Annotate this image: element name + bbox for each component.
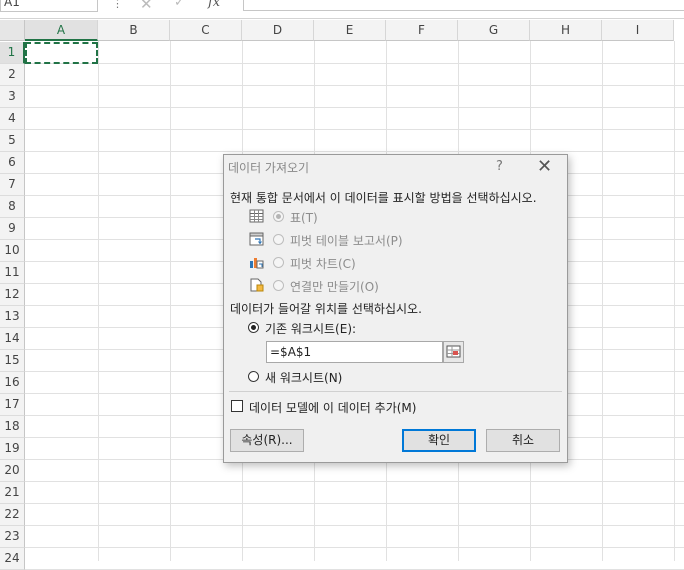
radio-table[interactable] [273,211,284,222]
gridline-vertical [602,41,603,561]
datamodel-checkbox[interactable] [231,400,243,412]
formula-bar-separator: ⋮ [112,0,123,10]
dialog-divider [229,391,562,392]
dialog-title: 데이터 가져오기 [228,161,310,175]
gridline-horizontal [25,129,684,130]
datamodel-label: 데이터 모델에 이 데이터 추가(M) [249,401,417,415]
row-header-19[interactable]: 19 [0,438,25,460]
ok-button[interactable]: 확인 [402,429,476,452]
row-header-16[interactable]: 16 [0,372,25,394]
row-header-22[interactable]: 22 [0,504,25,526]
row-header-5[interactable]: 5 [0,130,25,152]
insert-function-icon[interactable]: fx [208,0,220,10]
option-pivotchart-label: 피벗 차트(C) [290,257,356,271]
active-cell-a1[interactable] [25,42,98,64]
formula-input[interactable] [243,0,684,11]
pivottable-icon [249,232,264,246]
row-header-23[interactable]: 23 [0,526,25,548]
row-header-8[interactable]: 8 [0,196,25,218]
row-header-13[interactable]: 13 [0,306,25,328]
radio-connection-only[interactable] [273,280,284,291]
column-header-c[interactable]: C [170,20,242,41]
table-icon [249,209,264,223]
range-select-icon [446,345,461,358]
gridline-horizontal [25,63,684,64]
gridline-horizontal [25,503,684,504]
row-header-18[interactable]: 18 [0,416,25,438]
properties-button[interactable]: 속성(R)... [230,429,304,452]
radio-pivottable[interactable] [273,234,284,245]
row-header-20[interactable]: 20 [0,460,25,482]
select-all-corner[interactable] [0,20,25,41]
gridline-horizontal [25,85,684,86]
connection-icon [250,278,264,292]
row-header-3[interactable]: 3 [0,86,25,108]
column-header-g[interactable]: G [458,20,530,41]
row-header-1[interactable]: 1 [0,42,25,64]
help-button[interactable]: ? [496,159,503,174]
column-header-e[interactable]: E [314,20,386,41]
collapse-range-button[interactable] [443,341,464,363]
gridline-horizontal [25,151,684,152]
row-header-11[interactable]: 11 [0,262,25,284]
option-table-label: 표(T) [290,211,318,225]
gridline-vertical [674,41,675,561]
row-header-12[interactable]: 12 [0,284,25,306]
enter-entry-icon[interactable]: ✓ [174,0,185,10]
option-connection-label: 연결만 만들기(O) [290,280,379,294]
column-header-h[interactable]: H [530,20,602,41]
name-box[interactable]: A1 [0,0,98,12]
row-header-24[interactable]: 24 [0,548,25,570]
radio-pivotchart[interactable] [273,257,284,268]
existing-worksheet-label: 기존 워크시트(E): [265,322,357,336]
reference-input[interactable]: =$A$1 [266,341,443,363]
row-header-9[interactable]: 9 [0,218,25,240]
gridline-horizontal [25,547,684,548]
radio-existing-worksheet[interactable] [248,322,259,333]
row-header-17[interactable]: 17 [0,394,25,416]
column-header-b[interactable]: B [98,20,170,41]
row-header-15[interactable]: 15 [0,350,25,372]
column-header-f[interactable]: F [386,20,458,41]
gridline-horizontal [25,525,684,526]
row-header-6[interactable]: 6 [0,152,25,174]
gridline-vertical [98,41,99,561]
row-header-21[interactable]: 21 [0,482,25,504]
import-data-dialog: 데이터 가져오기 ? ✕ 현재 통합 문서에서 이 데이터를 표시할 방법을 선… [223,154,568,463]
row-header-14[interactable]: 14 [0,328,25,350]
gridline-horizontal [25,481,684,482]
column-header-i[interactable]: I [602,20,674,41]
view-prompt: 현재 통합 문서에서 이 데이터를 표시할 방법을 선택하십시오. [230,191,537,205]
row-header-4[interactable]: 4 [0,108,25,130]
close-button[interactable]: ✕ [537,156,552,177]
pivotchart-icon [250,258,264,269]
column-header-d[interactable]: D [242,20,314,41]
radio-new-worksheet[interactable] [248,371,259,382]
row-header-7[interactable]: 7 [0,174,25,196]
cancel-button[interactable]: 취소 [486,429,560,452]
column-header-a[interactable]: A [25,20,98,41]
location-prompt: 데이터가 들어갈 위치를 선택하십시오. [230,302,422,316]
gridline-horizontal [25,107,684,108]
new-worksheet-label: 새 워크시트(N) [265,371,343,385]
cancel-entry-icon[interactable]: ✕ [140,0,153,13]
formula-bar-area: A1 ⋮ ✕ ✓ fx [0,0,684,19]
row-header-2[interactable]: 2 [0,64,25,86]
option-pivottable-label: 피벗 테이블 보고서(P) [290,234,403,248]
row-header-10[interactable]: 10 [0,240,25,262]
gridline-vertical [170,41,171,561]
